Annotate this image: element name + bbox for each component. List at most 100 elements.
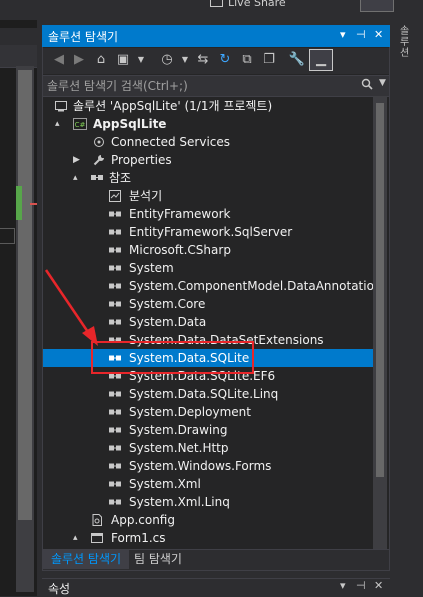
properties-titlebar[interactable] <box>42 578 390 597</box>
tree-item-label: System <box>129 261 174 275</box>
tree-item-label: 분석기 <box>129 189 163 203</box>
editor-nav-dropdown[interactable] <box>0 45 37 68</box>
solution-explorer-scroll-thumb[interactable] <box>376 103 384 477</box>
search-input[interactable] <box>47 76 347 96</box>
tree-item-label: System.Xml.Linq <box>129 495 230 509</box>
tree-item-app-config[interactable]: App.config <box>43 511 373 529</box>
search-icon[interactable] <box>361 78 373 90</box>
tree-item-reference[interactable]: System.Xml.Linq <box>43 493 373 511</box>
chevron-down-icon[interactable]: ▼ <box>176 51 194 69</box>
tree-item-form1[interactable]: ▴ Form1.cs <box>43 529 373 547</box>
right-side-strip <box>392 20 423 596</box>
editor-frame <box>0 228 15 244</box>
config-file-icon <box>92 514 102 526</box>
search-box: ▼ <box>43 75 389 97</box>
window-options-button[interactable]: ▾ <box>340 28 346 41</box>
reference-icon <box>109 391 121 397</box>
tree-item-reference[interactable]: System.Data.SQLite.Linq <box>43 385 373 403</box>
close-button[interactable]: ✕ <box>374 28 383 41</box>
reference-icon <box>109 319 121 325</box>
switch-views-icon[interactable]: ▣ <box>114 51 132 69</box>
form-file-icon <box>91 533 103 543</box>
expander-icon[interactable]: ▴ <box>73 169 78 187</box>
window-options-button[interactable]: ▾ <box>340 579 346 592</box>
expander-icon[interactable]: ▴ <box>73 529 78 547</box>
reference-icon <box>109 265 121 271</box>
tree-item-reference[interactable]: System.Core <box>43 295 373 313</box>
tree-item-label: System.Net.Http <box>129 441 229 455</box>
tree-item-reference[interactable]: System.Deployment <box>43 403 373 421</box>
tree-item-label: 참조 <box>109 171 132 185</box>
collapse-all-icon[interactable]: ⧉ <box>238 51 256 69</box>
tree-item-reference[interactable]: System.Net.Http <box>43 439 373 457</box>
reference-icon <box>109 463 121 469</box>
svg-text:C#: C# <box>75 121 86 129</box>
tree-item-solution[interactable]: 솔루션 'AppSqlLite' (1/1개 프로젝트) <box>43 97 373 115</box>
close-button[interactable]: ✕ <box>374 579 383 592</box>
reference-icon <box>109 283 121 289</box>
tree-item-reference[interactable]: System.Xml <box>43 475 373 493</box>
tree-item-label: Microsoft.CSharp <box>129 243 231 257</box>
refresh-icon[interactable]: ↻ <box>216 51 234 69</box>
reference-icon <box>109 247 121 253</box>
reference-icon <box>109 427 121 433</box>
error-marker <box>30 203 37 205</box>
tree-item-label: System.Core <box>129 297 206 311</box>
tree-item-label: 솔루션 'AppSqlLite' (1/1개 프로젝트) <box>73 99 273 113</box>
tab-solution-explorer[interactable]: 솔루션 탐색기 <box>43 550 129 569</box>
reference-icon <box>109 229 121 235</box>
tree-item-label: System.Windows.Forms <box>129 459 272 473</box>
tree-item-reference[interactable]: System.Windows.Forms <box>43 457 373 475</box>
references-icon <box>91 175 103 180</box>
solution-tree: 솔루션 'AppSqlLite' (1/1개 프로젝트) ▴ C# AppSql… <box>43 97 373 549</box>
tree-item-label: System.Xml <box>129 477 201 491</box>
tree-item-label: System.Deployment <box>129 405 251 419</box>
tree-item-label: App.config <box>111 513 175 527</box>
expander-icon[interactable]: ▴ <box>55 115 60 133</box>
tree-item-reference[interactable]: System <box>43 259 373 277</box>
pending-changes-icon[interactable]: ◷ <box>158 51 176 69</box>
tree-item-label: Connected Services <box>111 135 231 149</box>
tree-item-reference[interactable]: System.Drawing <box>43 421 373 439</box>
tree-item-properties[interactable]: ▶ Properties <box>43 151 373 169</box>
expander-icon[interactable]: ▶ <box>73 151 80 169</box>
live-share-button[interactable]: Live Share <box>210 0 286 10</box>
tree-item-label: System.ComponentModel.DataAnnotations <box>129 279 373 293</box>
wrench-icon <box>93 155 104 166</box>
tree-item-label: System.Data <box>129 315 207 329</box>
account-button[interactable] <box>360 0 394 12</box>
tree-item-reference[interactable]: System.Data <box>43 313 373 331</box>
back-icon[interactable]: ◀ <box>50 51 68 69</box>
chevron-down-icon[interactable]: ▼ <box>132 51 150 69</box>
sync-icon[interactable]: ⇆ <box>194 51 212 69</box>
tree-item-project[interactable]: ▴ C# AppSqlLite <box>43 115 373 133</box>
tab-team-explorer[interactable]: 팀 탐색기 <box>134 550 182 569</box>
wrench-icon[interactable]: 🔧 <box>288 51 306 69</box>
chevron-down-icon[interactable]: ▼ <box>379 78 386 88</box>
live-share-label: Live Share <box>228 0 286 9</box>
tree-item-connected-services[interactable]: Connected Services <box>43 133 373 151</box>
tree-item-reference[interactable]: EntityFramework.SqlServer <box>43 223 373 241</box>
properties-title: 속성 <box>48 582 71 596</box>
solution-explorer-title: 솔루션 탐색기 <box>48 30 119 44</box>
live-share-icon <box>210 0 223 7</box>
tree-item-label: Form1.cs <box>111 531 166 545</box>
tree-item-references[interactable]: ▴ 참조 <box>43 169 373 187</box>
editor-scroll-thumb[interactable] <box>18 70 32 520</box>
tree-item-reference[interactable]: System.ComponentModel.DataAnnotations <box>43 277 373 295</box>
show-all-files-icon[interactable]: ❐ <box>260 51 278 69</box>
tree-item-label: EntityFramework <box>129 207 231 221</box>
home-icon[interactable]: ⌂ <box>92 51 110 69</box>
pin-button[interactable]: ⊣ <box>356 28 366 41</box>
reference-icon <box>109 481 121 487</box>
reference-icon <box>109 499 121 505</box>
annotation-highlight-box <box>91 341 254 374</box>
tree-item-reference[interactable]: EntityFramework <box>43 205 373 223</box>
pin-button[interactable]: ⊣ <box>356 579 366 592</box>
side-tab-label[interactable]: 솔루션 <box>400 26 414 59</box>
reference-icon <box>109 445 121 451</box>
forward-icon[interactable]: ▶ <box>70 51 88 69</box>
tree-item-reference[interactable]: Microsoft.CSharp <box>43 241 373 259</box>
tree-item-analyzers[interactable]: 분석기 <box>43 187 373 205</box>
solution-icon <box>55 101 67 112</box>
